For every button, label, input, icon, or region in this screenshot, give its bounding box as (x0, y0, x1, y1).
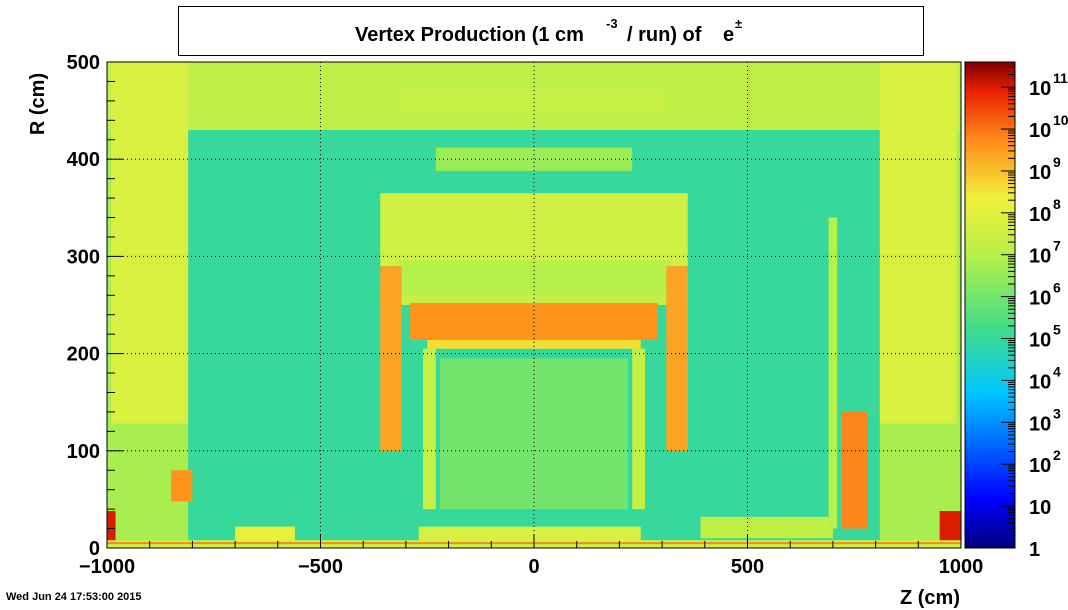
heatmap-region-23 (939, 511, 961, 544)
y-tick-label: 400 (67, 149, 100, 171)
heatmap-region-20 (841, 411, 868, 529)
colorbar-label: 10 (1029, 497, 1051, 519)
colorbar-label-exponent: 11 (1053, 70, 1068, 86)
heatmap-region-3 (879, 62, 957, 424)
title-exponent: -3 (606, 16, 618, 31)
x-tick-label: −1000 (79, 556, 135, 578)
x-tick-label: 1000 (939, 556, 984, 578)
y-tick-label: 0 (89, 538, 100, 560)
y-tick-label: 200 (67, 344, 100, 366)
heatmap-region-2 (111, 62, 189, 424)
title-part2: / run) of (627, 24, 702, 46)
heatmap-region-18 (700, 516, 833, 539)
heatmap-region-19 (171, 470, 193, 502)
heatmap-region-10 (427, 339, 641, 349)
heatmap-region-11 (380, 266, 402, 451)
colorbar: 11010 210 310 410 510 610710 810 910 1010 11 (964, 61, 1068, 561)
x-tick-label: 0 (528, 556, 539, 578)
colorbar-label-exponent: 9 (1053, 154, 1061, 170)
colorbar-label: 10 (1029, 120, 1051, 142)
colorbar-label-exponent: 2 (1053, 447, 1061, 463)
y-tick-label: 500 (67, 52, 100, 74)
y-tick-label: 300 (67, 246, 100, 268)
heatmap-region-12 (666, 266, 688, 451)
colorbar-label: 1 (1029, 539, 1040, 561)
y-tick-label: 100 (67, 441, 100, 463)
colorbar-label: 10 (1029, 78, 1051, 100)
footer-timestamp: Wed Jun 24 17:53:00 2015 (6, 591, 142, 603)
x-axis-label: Z (cm) (900, 587, 960, 609)
colorbar-label-exponent: 5 (1053, 322, 1061, 338)
colorbar-label: 10 (1029, 204, 1051, 226)
colorbar-label-exponent: 8 (1053, 196, 1061, 212)
colorbar-label-exponent: 6 (1053, 280, 1061, 296)
colorbar-gradient (964, 61, 1016, 549)
colorbar-label-exponent: 3 (1053, 405, 1061, 421)
heatmap-region-7 (397, 260, 671, 294)
colorbar-label: 10 (1029, 288, 1051, 310)
heatmap-region-22 (107, 511, 116, 544)
heatmap-region-21 (828, 217, 838, 529)
colorbar-label: 10 (1029, 455, 1051, 477)
plot-area: −1000 −500 0 500 1000 0 100 200 300 400 500 (67, 52, 984, 578)
colorbar-label: 10 (1029, 371, 1051, 393)
x-tick-label: 500 (731, 556, 764, 578)
colorbar-label-exponent: 4 (1053, 363, 1061, 379)
chart-svg: −1000 −500 0 500 1000 0100200300400500 11010… (27, 52, 1068, 609)
heatmap-region-6 (380, 193, 688, 267)
y-axis-label: R (cm) (27, 73, 49, 135)
colorbar-label-exponent: 7 (1053, 238, 1061, 254)
colorbar-label: 10 (1029, 330, 1051, 352)
title-particle-sup: ± (735, 16, 743, 31)
colorbar-label: 10 (1029, 246, 1051, 268)
heatmap-region-14 (632, 348, 646, 510)
colorbar-label: 10 (1029, 162, 1051, 184)
title-particle: e (723, 24, 735, 46)
title-part1: Vertex Production (1 cm (355, 24, 584, 46)
heatmap-region-13 (422, 348, 436, 510)
x-tick-label: −500 (298, 556, 343, 578)
colorbar-label: 10 (1029, 413, 1051, 435)
heatmap-region-5 (435, 147, 633, 171)
colorbar-label-exponent: 10 (1053, 112, 1068, 128)
